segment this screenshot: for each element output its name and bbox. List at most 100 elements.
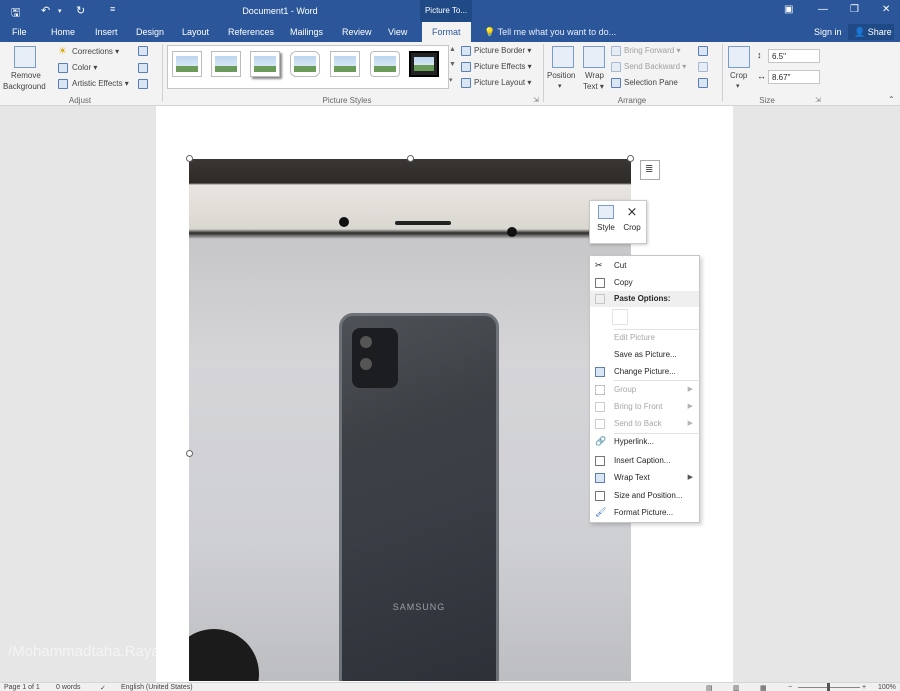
resize-handle-left[interactable] — [186, 450, 193, 457]
tab-references[interactable]: References — [228, 27, 274, 37]
paste-keep-source-icon[interactable] — [612, 309, 628, 325]
minimize-icon[interactable]: — — [818, 4, 828, 15]
crop-button[interactable]: Crop — [730, 71, 747, 80]
crop-icon: ⨯ — [626, 204, 638, 219]
photo-camera — [352, 328, 398, 388]
rotate-icon[interactable] — [698, 78, 708, 88]
bring-forward-button[interactable]: Bring Forward ▾ — [624, 46, 681, 55]
position-dropdown-icon[interactable]: ▾ — [558, 82, 562, 90]
send-backward-button[interactable]: Send Backward ▾ — [624, 62, 686, 71]
picture-layout-button[interactable]: Picture Layout ▾ — [474, 78, 531, 87]
artistic-effects-button[interactable]: Artistic Effects ▾ — [72, 79, 129, 88]
menu-item-change-picture[interactable]: Change Picture... — [590, 364, 699, 380]
proofing-icon[interactable]: ✓ — [100, 684, 106, 691]
menu-item-send-to-back[interactable]: Send to Back ▶ — [590, 416, 699, 432]
print-layout-icon[interactable]: ▥ — [733, 684, 740, 691]
shape-width-input[interactable]: 8.67" — [768, 70, 820, 84]
menu-item-copy[interactable]: Copy — [590, 275, 699, 291]
resize-handle-top-right[interactable] — [627, 155, 634, 162]
tab-view[interactable]: View — [388, 27, 407, 37]
menu-item-bring-to-front[interactable]: Bring to Front ▶ — [590, 399, 699, 415]
tell-me-text: Tell me what you want to do... — [497, 27, 617, 37]
share-button[interactable]: 👤 Share — [848, 24, 894, 40]
picture-style-thumbnail[interactable] — [370, 51, 400, 77]
align-icon[interactable] — [698, 46, 708, 56]
picture-style-thumbnail[interactable] — [250, 51, 280, 77]
remove-background-button-line1[interactable]: Remove — [11, 71, 41, 80]
group-objects-icon[interactable] — [698, 62, 708, 72]
tab-design[interactable]: Design — [136, 27, 164, 37]
menu-item-edit-picture[interactable]: Edit Picture — [590, 330, 699, 346]
tab-home[interactable]: Home — [51, 27, 75, 37]
color-button[interactable]: Color ▾ — [72, 63, 97, 72]
web-layout-icon[interactable]: ▦ — [760, 684, 767, 691]
tell-me-search[interactable]: 💡 Tell me what you want to do... — [484, 27, 616, 38]
mini-crop-button[interactable]: ⨯ Crop — [619, 204, 645, 233]
menu-item-group[interactable]: Group ▶ — [590, 382, 699, 398]
sign-in-link[interactable]: Sign in — [814, 27, 842, 37]
menu-item-wrap-text[interactable]: Wrap Text ▶ — [590, 470, 699, 486]
scissors-icon: ✂ — [595, 260, 603, 270]
tab-mailings[interactable]: Mailings — [290, 27, 323, 37]
send-to-back-icon — [595, 419, 605, 429]
read-mode-icon[interactable]: ▤ — [706, 684, 713, 691]
tab-format[interactable]: Format — [422, 22, 471, 42]
wrap-text-button-line2[interactable]: Text ▾ — [583, 82, 604, 91]
change-picture-icon[interactable] — [138, 63, 148, 73]
position-button[interactable]: Position — [547, 71, 575, 80]
menu-item-hyperlink[interactable]: 🔗 Hyperlink... — [590, 434, 699, 450]
picture-style-thumbnail[interactable] — [330, 51, 360, 77]
reset-picture-icon[interactable] — [138, 79, 148, 89]
tab-insert[interactable]: Insert — [95, 27, 118, 37]
zoom-in-icon[interactable]: + — [862, 684, 866, 691]
remove-background-button-line2[interactable]: Background — [3, 82, 46, 91]
zoom-level[interactable]: 100% — [878, 684, 896, 691]
size-launcher-icon[interactable]: ⇲ — [815, 96, 821, 104]
collapse-ribbon-icon[interactable]: ⌃ — [888, 95, 895, 104]
menu-item-format-picture[interactable]: 🖌 Format Picture... — [590, 505, 699, 521]
picture-style-thumbnail[interactable] — [172, 51, 202, 77]
zoom-slider-thumb[interactable] — [827, 683, 830, 691]
status-word-count[interactable]: 0 words — [56, 684, 81, 691]
mini-style-button[interactable]: Style — [593, 205, 619, 232]
zoom-out-icon[interactable]: − — [788, 684, 792, 691]
picture-effects-icon — [461, 62, 471, 72]
photo-brand-text: SAMSUNG — [392, 602, 446, 612]
gallery-more-icon[interactable]: ▾ — [449, 76, 453, 84]
picture-style-thumbnail[interactable] — [290, 51, 320, 77]
resize-handle-top-left[interactable] — [186, 155, 193, 162]
tab-file[interactable]: File — [12, 27, 27, 37]
selection-pane-button[interactable]: Selection Pane — [624, 78, 678, 87]
tab-layout[interactable]: Layout — [182, 27, 209, 37]
layout-options-button[interactable]: ≣ — [640, 160, 660, 180]
status-language[interactable]: English (United States) — [121, 684, 193, 691]
picture-style-thumbnail-selected[interactable] — [409, 51, 439, 77]
restore-icon[interactable]: ❐ — [850, 4, 859, 15]
tab-review[interactable]: Review — [342, 27, 372, 37]
arrange-group-label: Arrange — [617, 96, 647, 105]
gallery-up-icon[interactable]: ▲ — [449, 46, 456, 53]
shape-height-input[interactable]: 6.5" — [768, 49, 820, 63]
wrap-text-button-line1[interactable]: Wrap — [585, 71, 604, 80]
close-icon[interactable]: ✕ — [882, 4, 890, 15]
menu-item-save-as-picture[interactable]: Save as Picture... — [590, 347, 699, 363]
status-page-count[interactable]: Page 1 of 1 — [4, 684, 40, 691]
photo-detail — [395, 221, 451, 225]
corrections-button[interactable]: Corrections ▾ — [72, 47, 119, 56]
menu-item-cut[interactable]: ✂ Cut — [590, 258, 699, 274]
compress-pictures-icon[interactable] — [138, 46, 148, 56]
menu-separator — [614, 380, 698, 381]
ribbon-separator — [722, 44, 723, 102]
menu-item-size-and-position[interactable]: Size and Position... — [590, 488, 699, 504]
gallery-down-icon[interactable]: ▼ — [449, 61, 456, 68]
picture-style-thumbnail[interactable] — [211, 51, 241, 77]
picture-border-button[interactable]: Picture Border ▾ — [474, 46, 531, 55]
menu-item-insert-caption[interactable]: Insert Caption... — [590, 453, 699, 469]
inserted-picture[interactable]: SAMSUNG — [189, 159, 631, 681]
resize-handle-top[interactable] — [407, 155, 414, 162]
picture-effects-button[interactable]: Picture Effects ▾ — [474, 62, 532, 71]
crop-dropdown-icon[interactable]: ▾ — [736, 82, 740, 90]
ribbon-display-options-icon[interactable]: ▣ — [784, 4, 793, 15]
picture-styles-launcher-icon[interactable]: ⇲ — [533, 96, 539, 104]
person-icon: 👤 — [854, 27, 866, 37]
